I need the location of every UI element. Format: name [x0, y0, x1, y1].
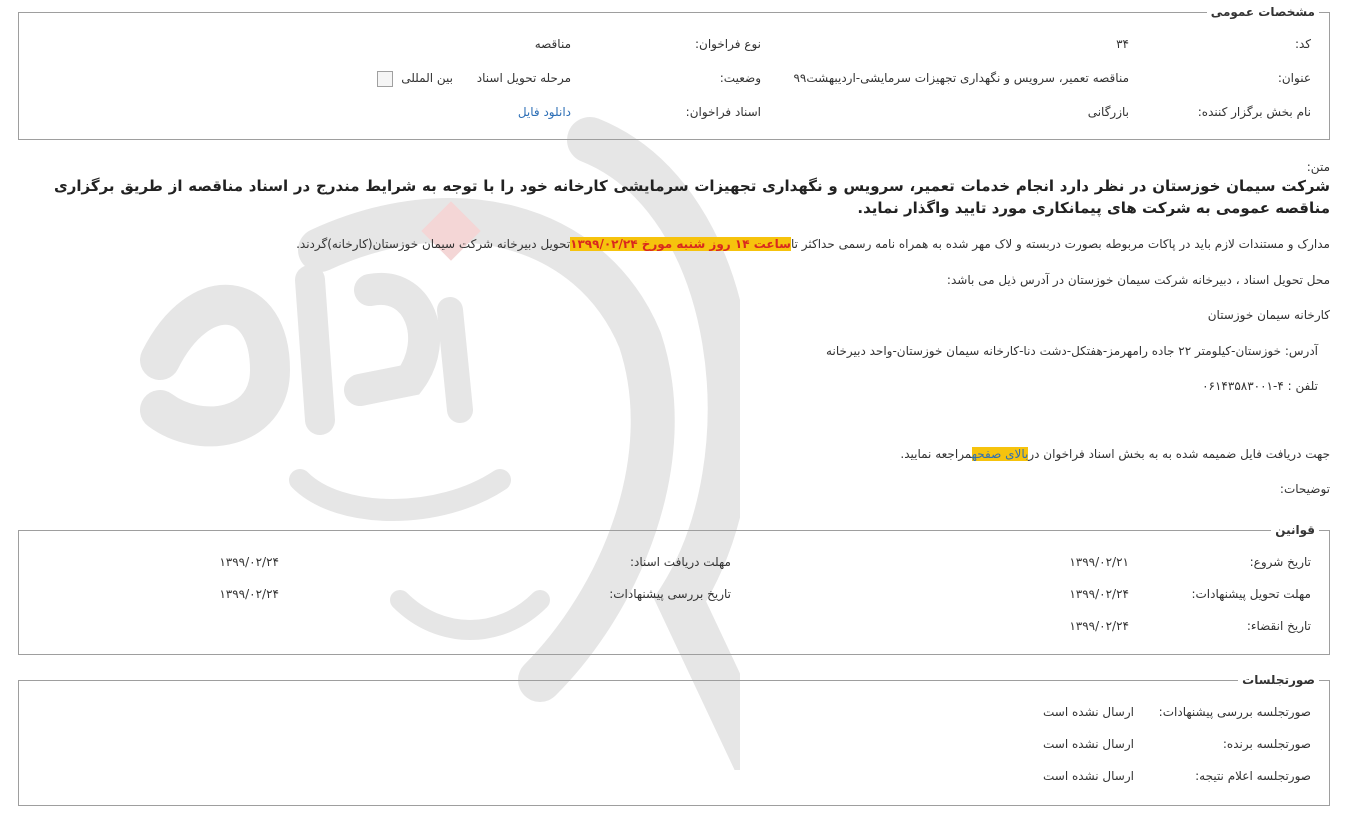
winner-minutes-value: ارسال نشده است	[1043, 737, 1134, 751]
title-label: عنوان:	[1277, 71, 1311, 85]
offer-deadline-label: مهلت تحویل پیشنهادات:	[1191, 587, 1311, 601]
international-label: بین المللی	[401, 71, 453, 85]
general-info-section: مشخصات عمومی کد: ۳۴ نوع فراخوان: مناقصه …	[18, 4, 1330, 140]
organizer-value: بازرگانی	[1087, 105, 1129, 119]
code-label: کد:	[1294, 37, 1311, 51]
title-value: مناقصه تعمیر، سرویس و نگهداری تجهیزات سر…	[793, 71, 1129, 85]
docs-deadline-line: مدارک و مستندات لازم باید در پاکات مربوط…	[296, 237, 1330, 251]
review-date-value: ۱۳۹۹/۰۲/۲۴	[219, 587, 279, 601]
status-label: وضعیت:	[719, 71, 761, 85]
doc-deadline-label: مهلت دریافت اسناد:	[629, 555, 731, 569]
download-file-link[interactable]: دانلود فایل	[518, 105, 571, 119]
call-type-label: نوع فراخوان:	[694, 37, 761, 51]
minutes-section: صورتجلسات صورتجلسه بررسی پیشنهادات: ارسا…	[18, 672, 1330, 806]
start-date-label: تاریخ شروع:	[1249, 555, 1311, 569]
minutes-legend: صورتجلسات	[1238, 672, 1319, 688]
review-minutes-label: صورتجلسه بررسی پیشنهادات:	[1158, 705, 1311, 719]
result-minutes-value: ارسال نشده است	[1043, 769, 1134, 783]
call-type-value: مناقصه	[534, 37, 571, 51]
result-minutes-label: صورتجلسه اعلام نتیجه:	[1195, 769, 1311, 783]
code-value: ۳۴	[1116, 37, 1129, 51]
download-part2: مراجعه نمایید.	[900, 447, 972, 461]
status-value: مرحله تحویل اسناد	[476, 71, 571, 85]
offer-deadline-value: ۱۳۹۹/۰۲/۲۴	[1069, 587, 1129, 601]
docs-line-part1: مدارک و مستندات لازم باید در پاکات مربوط…	[790, 237, 1330, 251]
doc-deadline-value: ۱۳۹۹/۰۲/۲۴	[219, 555, 279, 569]
address-text: آدرس: خوزستان-کیلومتر ۲۲ جاده رامهرمز-هف…	[826, 344, 1318, 358]
general-info-legend: مشخصات عمومی	[1206, 4, 1319, 20]
review-minutes-value: ارسال نشده است	[1043, 705, 1134, 719]
rules-legend: قوانین	[1271, 522, 1319, 538]
delivery-place-text: محل تحویل اسناد ، دبیرخانه شرکت سیمان خو…	[946, 273, 1330, 287]
text-label: متن:	[1306, 160, 1330, 174]
phone-text: تلفن : ۴-۰۶۱۴۳۵۸۳۰۰۱	[1202, 379, 1318, 393]
download-part1: جهت دریافت فایل ضمیمه شده به به بخش اسنا…	[1028, 447, 1330, 461]
organizer-label: نام بخش برگزار کننده:	[1197, 105, 1311, 119]
review-date-label: تاریخ بررسی پیشنهادات:	[609, 587, 731, 601]
tender-text-section: متن: شرکت سیمان خوزستان در نظر دارد انجا…	[18, 155, 1330, 505]
documents-label: اسناد فراخوان:	[685, 105, 761, 119]
tender-headline: شرکت سیمان خوزستان در نظر دارد انجام خدم…	[54, 177, 1330, 217]
docs-line-part2: تحویل دبیرخانه شرکت سیمان خوزستان(کارخان…	[296, 237, 571, 251]
factory-name-text: کارخانه سیمان خوزستان	[1207, 308, 1330, 322]
international-checkbox[interactable]	[377, 71, 393, 87]
top-of-page-link[interactable]: بالای صفحه	[971, 447, 1029, 461]
download-instruction-line: جهت دریافت فایل ضمیمه شده به به بخش اسنا…	[900, 447, 1330, 461]
docs-deadline-highlight: ساعت ۱۴ روز شنبه مورخ ۱۳۹۹/۰۲/۲۴	[570, 237, 791, 251]
notes-label: توضیحات:	[1279, 482, 1330, 496]
winner-minutes-label: صورتجلسه برنده:	[1222, 737, 1311, 751]
expiry-date-label: تاریخ انقضاء:	[1246, 619, 1311, 633]
expiry-date-value: ۱۳۹۹/۰۲/۲۴	[1069, 619, 1129, 633]
rules-section: قوانین تاریخ شروع: ۱۳۹۹/۰۲/۲۱ مهلت دریاف…	[18, 522, 1330, 655]
start-date-value: ۱۳۹۹/۰۲/۲۱	[1069, 555, 1129, 569]
